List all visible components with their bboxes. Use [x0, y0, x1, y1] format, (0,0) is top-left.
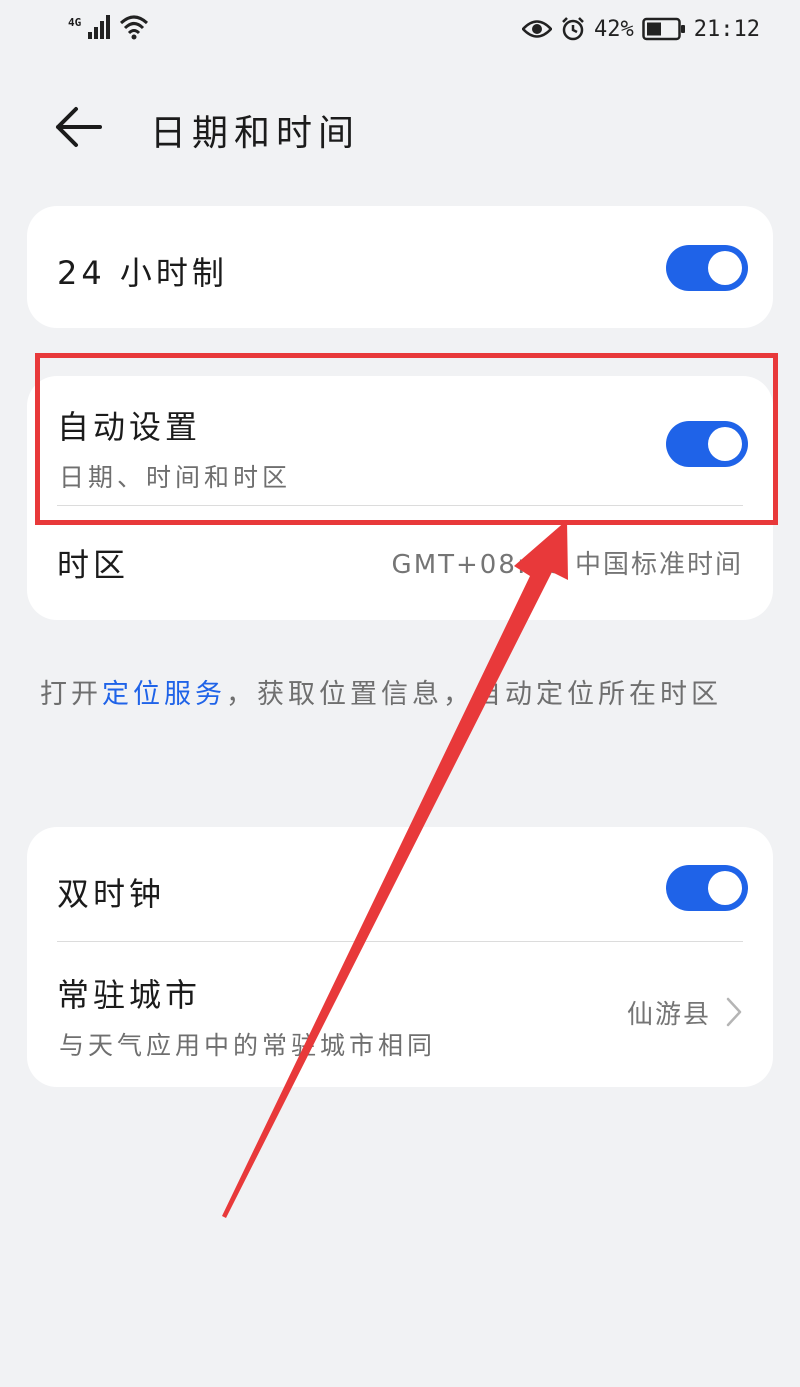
toggle-knob [708, 871, 742, 905]
back-button[interactable] [50, 102, 106, 152]
home-city-sublabel: 与天气应用中的常驻城市相同 [59, 1031, 437, 1060]
chevron-right-icon [726, 997, 742, 1027]
toggle-knob [708, 251, 742, 285]
battery-percent: 42% [594, 16, 634, 42]
alarm-icon [562, 17, 584, 41]
clock-time: 21:12 [693, 16, 760, 42]
eye-icon [522, 20, 553, 38]
location-hint: 打开定位服务，获取位置信息，自动定位所在时区 [40, 672, 750, 718]
hint-prefix: 打开 [40, 679, 102, 710]
page-title: 日期和时间 [150, 113, 361, 154]
wifi-icon [120, 15, 149, 40]
header: 日期和时间 [0, 84, 800, 168]
timezone-value: GMT+08:00 中国标准时间 [391, 550, 743, 580]
annotation-highlight-box [35, 353, 778, 525]
row-dual-clock[interactable]: 双时钟 [27, 827, 773, 942]
timezone-label: 时区 [57, 546, 130, 584]
signal-icon [88, 15, 111, 39]
row-home-city[interactable]: 常驻城市 与天气应用中的常驻城市相同 仙游县 [27, 942, 773, 1087]
hint-suffix: ，获取位置信息，自动定位所在时区 [226, 679, 722, 710]
card-dual-clock: 双时钟 常驻城市 与天气应用中的常驻城市相同 仙游县 [27, 827, 773, 1087]
network-type: 4G [68, 16, 82, 29]
battery-icon [642, 17, 685, 41]
home-city-label: 常驻城市 [57, 976, 202, 1014]
hour24-label: 24 小时制 [57, 254, 228, 292]
back-arrow-icon [56, 107, 102, 147]
card-hour-format: 24 小时制 [27, 206, 773, 328]
hour24-toggle[interactable] [666, 245, 748, 291]
status-bar: 4G 42% 21:12 [0, 0, 800, 66]
home-city-value: 仙游县 [626, 1000, 711, 1030]
dual-clock-toggle[interactable] [666, 865, 748, 911]
row-24-hour[interactable]: 24 小时制 [27, 206, 773, 328]
dual-clock-label: 双时钟 [57, 875, 166, 913]
status-right: 42% 21:12 [522, 16, 760, 42]
status-left: 4G [68, 14, 149, 40]
location-service-link[interactable]: 定位服务 [102, 679, 226, 710]
